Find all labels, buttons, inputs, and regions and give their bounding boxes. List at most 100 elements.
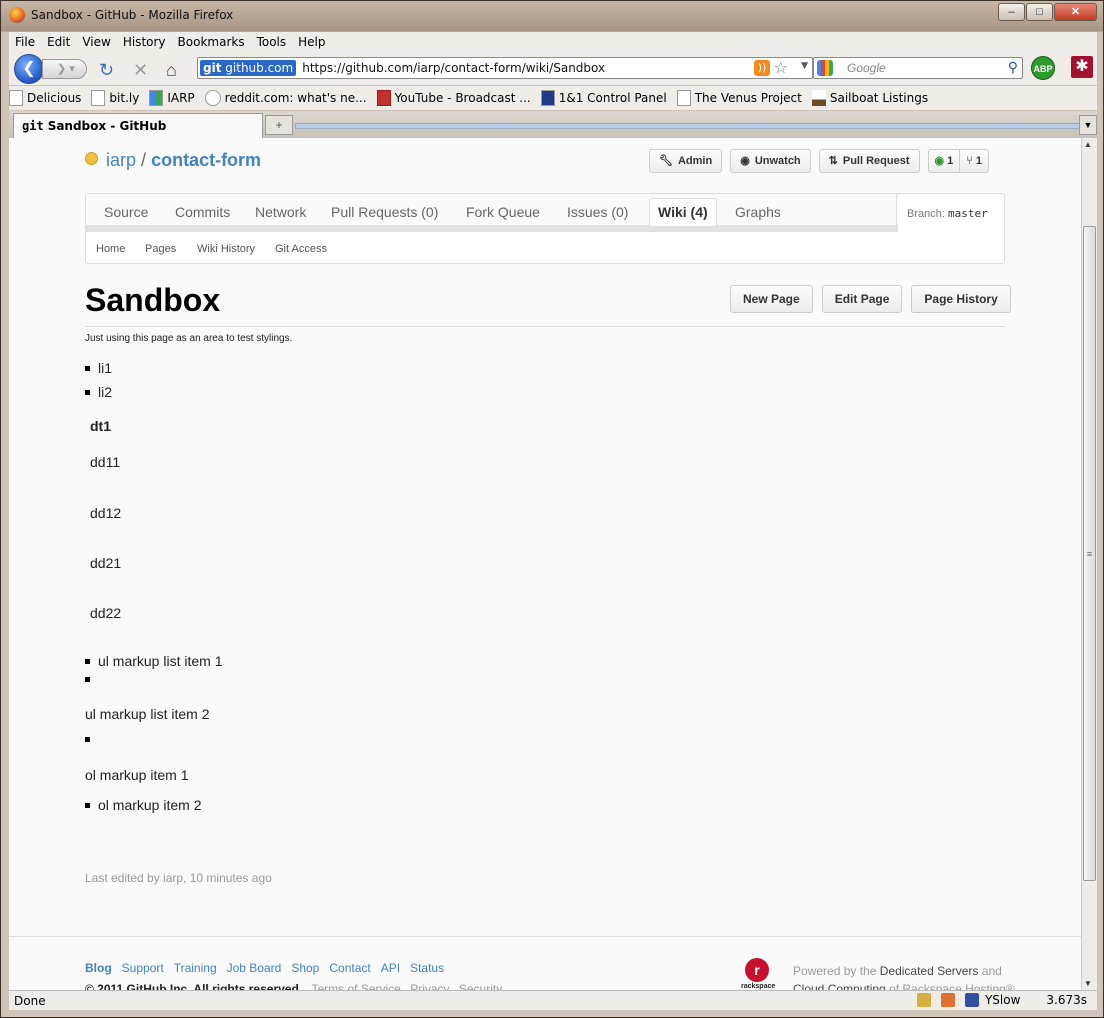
back-button[interactable]: ❮ — [14, 54, 44, 84]
footer-link-blog[interactable]: Blog — [85, 961, 112, 975]
footer-link-status[interactable]: Status — [410, 961, 444, 975]
forks-count[interactable]: ⑂ 1 — [959, 150, 988, 172]
admin-button[interactable]: 🔧︎ Admin — [649, 149, 723, 173]
bookmark-delicious[interactable]: Delicious — [9, 90, 81, 106]
footer-link-job-board[interactable]: Job Board — [227, 961, 282, 975]
edit-page-button[interactable]: Edit Page — [821, 285, 903, 313]
menu-help[interactable]: Help — [298, 35, 325, 49]
footer-link-api[interactable]: API — [381, 961, 400, 975]
bookmark-label: IARP — [167, 91, 195, 105]
footer-link-training[interactable]: Training — [174, 961, 217, 975]
repo-name-link[interactable]: contact-form — [151, 150, 261, 170]
page-icon — [9, 90, 23, 106]
firebug-icon[interactable] — [940, 993, 955, 1007]
privacy-link[interactable]: Privacy — [410, 982, 449, 990]
bullet-icon — [85, 365, 90, 371]
extension-icon[interactable]: ✱ — [1071, 56, 1093, 78]
page-history-button[interactable]: Page History — [911, 285, 1011, 313]
list-item: li1 — [85, 360, 112, 376]
menu-bookmarks[interactable]: Bookmarks — [178, 35, 245, 49]
menu-edit[interactable]: Edit — [47, 35, 70, 49]
new-tab-button[interactable]: + — [265, 115, 293, 135]
footer-link-shop[interactable]: Shop — [291, 961, 319, 975]
site-identity-button[interactable]: git github.com — [200, 60, 297, 76]
firefox-icon — [9, 7, 25, 23]
bookmark-venus-project[interactable]: The Venus Project — [676, 90, 802, 106]
minimize-button[interactable]: – — [998, 3, 1025, 21]
bookmark-bitly[interactable]: bit.ly — [91, 90, 139, 106]
subnav-home[interactable]: Home — [96, 243, 125, 255]
terms-link[interactable]: Terms of Service — [311, 982, 400, 990]
repo-owner-link[interactable]: iarp — [106, 150, 136, 170]
scroll-up-icon[interactable]: ▲ — [1084, 140, 1092, 149]
footer-link-support[interactable]: Support — [122, 961, 164, 975]
subnav-wiki-history[interactable]: Wiki History — [197, 243, 255, 255]
branch-selector[interactable]: Branch: master — [896, 194, 1004, 232]
security-link[interactable]: Security — [459, 982, 502, 990]
bookmark-1and1[interactable]: 1&1 Control Panel — [540, 90, 667, 106]
dedicated-servers-link[interactable]: Dedicated Servers — [880, 964, 979, 978]
menu-tools[interactable]: Tools — [257, 35, 287, 49]
menu-history[interactable]: History — [123, 35, 166, 49]
home-icon[interactable]: ⌂ — [166, 60, 177, 81]
bookmark-youtube[interactable]: YouTube - Broadcast ... — [376, 90, 531, 106]
rackspace-logo-icon[interactable]: r — [745, 958, 769, 982]
footer-links: Blog Support Training Job Board Shop Con… — [85, 961, 454, 975]
bookmark-star-icon[interactable]: ☆ — [774, 58, 788, 77]
watchers-count[interactable]: ◉ 1 — [929, 150, 960, 172]
url-text[interactable]: https://github.com/iarp/contact-form/wik… — [302, 61, 605, 75]
tab-list-button[interactable]: ▼ — [1079, 115, 1097, 135]
search-placeholder[interactable]: Google — [847, 61, 886, 75]
url-bar[interactable]: git github.com https://github.com/iarp/c… — [197, 57, 813, 79]
footer-link-contact[interactable]: Contact — [329, 961, 370, 975]
tab-network[interactable]: Network — [255, 204, 306, 220]
tab-wiki[interactable]: Wiki (4) — [649, 198, 717, 226]
menu-file[interactable]: File — [15, 35, 35, 49]
lock-icon[interactable] — [916, 993, 931, 1007]
vertical-scrollbar[interactable]: ▲ ≡ ▼ — [1081, 138, 1097, 990]
search-bar[interactable]: Google ⚲ — [813, 57, 1023, 79]
tab-pull-requests[interactable]: Pull Requests (0) — [331, 204, 438, 220]
menu-view[interactable]: View — [82, 35, 110, 49]
copyright-text: © 2011 GitHub Inc. All rights reserved. — [85, 982, 303, 990]
bookmark-iarp[interactable]: IARP — [149, 90, 195, 106]
maximize-button[interactable]: □ — [1026, 3, 1053, 21]
stop-icon[interactable]: ✕ — [133, 60, 148, 81]
yslow-label[interactable]: YSlow — [985, 993, 1020, 1007]
reload-icon[interactable]: ↻ — [99, 60, 114, 81]
load-time: 3.673s — [1046, 993, 1087, 1007]
tab-source[interactable]: Source — [104, 204, 148, 220]
eye-icon: ◉ — [740, 155, 750, 167]
scroll-down-icon[interactable]: ▼ — [1084, 979, 1092, 988]
browser-tab[interactable]: git Sandbox - GitHub — [13, 113, 263, 138]
close-button[interactable]: ✕ — [1054, 3, 1097, 21]
rss-icon[interactable]: )) — [754, 60, 770, 76]
list-text: ul markup list item 2 — [85, 706, 210, 722]
unwatch-button[interactable]: ◉ Unwatch — [730, 149, 811, 173]
tab-graphs[interactable]: Graphs — [735, 204, 781, 220]
title-bar: Sandbox - GitHub - Mozilla Firefox – □ ✕ — [1, 1, 1103, 31]
bookmark-label: YouTube - Broadcast ... — [394, 91, 531, 105]
bookmark-label: The Venus Project — [694, 91, 802, 105]
definition-term: dt1 — [90, 418, 111, 434]
list-item: ul markup list item 1 — [85, 653, 222, 669]
bookmark-sailboat[interactable]: Sailboat Listings — [811, 90, 928, 106]
bookmark-reddit[interactable]: reddit.com: what's ne... — [204, 90, 367, 106]
tab-commits[interactable]: Commits — [175, 204, 230, 220]
adblock-icon[interactable]: ABP — [1031, 56, 1055, 80]
bullet-icon — [85, 677, 90, 682]
forward-button[interactable]: ❯ ▾ — [42, 59, 87, 79]
url-dropdown-icon[interactable]: ▼ — [801, 61, 808, 71]
subnav-git-access[interactable]: Git Access — [275, 243, 327, 255]
google-icon[interactable] — [817, 60, 833, 76]
repo-counts: ◉ 1 ⑂ 1 — [927, 149, 989, 173]
scrollbar-thumb[interactable]: ≡ — [1083, 226, 1096, 881]
search-icon[interactable]: ⚲ — [1008, 59, 1018, 76]
tab-fork-queue[interactable]: Fork Queue — [466, 204, 540, 220]
pull-request-button[interactable]: ⇅ Pull Request — [818, 149, 920, 173]
new-page-button[interactable]: New Page — [730, 285, 813, 313]
subnav-pages[interactable]: Pages — [145, 243, 176, 255]
cloud-computing-link[interactable]: Cloud Computing — [793, 982, 886, 990]
yslow-icon[interactable] — [964, 993, 979, 1007]
tab-issues[interactable]: Issues (0) — [567, 204, 628, 220]
